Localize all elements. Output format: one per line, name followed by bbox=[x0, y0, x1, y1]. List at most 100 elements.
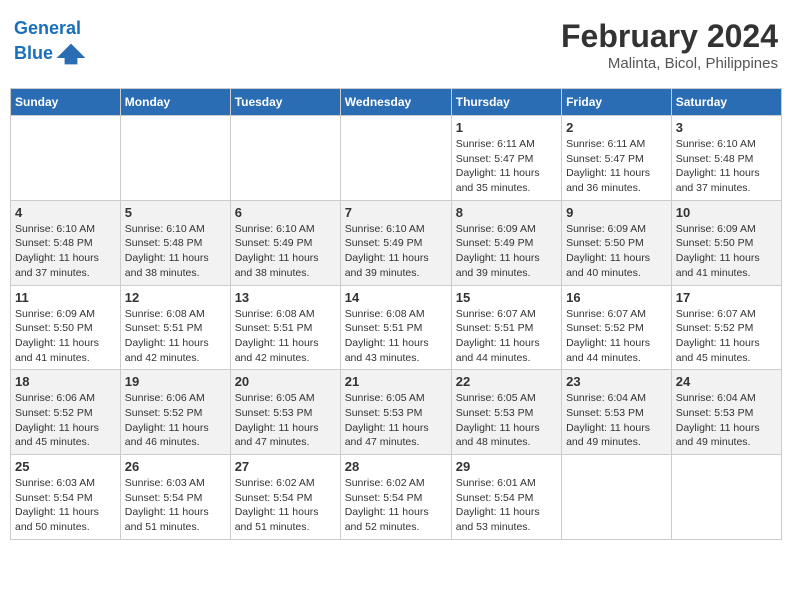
day-cell: 9 Sunrise: 6:09 AM Sunset: 5:50 PM Daylig… bbox=[562, 200, 672, 285]
weekday-header-row: SundayMondayTuesdayWednesdayThursdayFrid… bbox=[11, 89, 782, 116]
day-number: 1 bbox=[456, 120, 557, 135]
day-number: 8 bbox=[456, 205, 557, 220]
day-cell: 10 Sunrise: 6:09 AM Sunset: 5:50 PM Dayli… bbox=[671, 200, 781, 285]
logo-blue: Blue bbox=[14, 43, 53, 65]
day-cell: 24 Sunrise: 6:04 AM Sunset: 5:53 PM Dayli… bbox=[671, 370, 781, 455]
day-cell bbox=[562, 455, 672, 540]
day-cell: 26 Sunrise: 6:03 AM Sunset: 5:54 PM Dayli… bbox=[120, 455, 230, 540]
day-cell: 19 Sunrise: 6:06 AM Sunset: 5:52 PM Dayli… bbox=[120, 370, 230, 455]
weekday-header-cell: Friday bbox=[562, 89, 672, 116]
day-number: 23 bbox=[566, 374, 667, 389]
day-info: Sunrise: 6:05 AM Sunset: 5:53 PM Dayligh… bbox=[345, 391, 447, 450]
day-info: Sunrise: 6:08 AM Sunset: 5:51 PM Dayligh… bbox=[125, 307, 226, 366]
day-number: 13 bbox=[235, 290, 336, 305]
day-number: 21 bbox=[345, 374, 447, 389]
day-info: Sunrise: 6:08 AM Sunset: 5:51 PM Dayligh… bbox=[235, 307, 336, 366]
day-number: 27 bbox=[235, 459, 336, 474]
day-number: 12 bbox=[125, 290, 226, 305]
day-info: Sunrise: 6:02 AM Sunset: 5:54 PM Dayligh… bbox=[235, 476, 336, 535]
title-area: February 2024 Malinta, Bicol, Philippine… bbox=[561, 18, 778, 72]
day-info: Sunrise: 6:05 AM Sunset: 5:53 PM Dayligh… bbox=[235, 391, 336, 450]
week-row: 18 Sunrise: 6:06 AM Sunset: 5:52 PM Dayli… bbox=[11, 370, 782, 455]
day-info: Sunrise: 6:04 AM Sunset: 5:53 PM Dayligh… bbox=[566, 391, 667, 450]
weekday-header-cell: Thursday bbox=[451, 89, 561, 116]
day-cell: 11Sunrise: 6:09 AM Sunset: 5:50 PM Dayli… bbox=[11, 285, 121, 370]
day-cell: 22 Sunrise: 6:05 AM Sunset: 5:53 PM Dayli… bbox=[451, 370, 561, 455]
location: Malinta, Bicol, Philippines bbox=[561, 55, 778, 72]
day-cell: 18Sunrise: 6:06 AM Sunset: 5:52 PM Dayli… bbox=[11, 370, 121, 455]
day-number: 5 bbox=[125, 205, 226, 220]
day-info: Sunrise: 6:10 AM Sunset: 5:49 PM Dayligh… bbox=[345, 222, 447, 281]
day-number: 18 bbox=[15, 374, 116, 389]
day-info: Sunrise: 6:09 AM Sunset: 5:50 PM Dayligh… bbox=[566, 222, 667, 281]
day-number: 17 bbox=[676, 290, 777, 305]
day-cell: 5Sunrise: 6:10 AM Sunset: 5:48 PM Daylig… bbox=[120, 200, 230, 285]
weekday-header-cell: Tuesday bbox=[230, 89, 340, 116]
day-cell: 21 Sunrise: 6:05 AM Sunset: 5:53 PM Dayli… bbox=[340, 370, 451, 455]
day-cell: 15 Sunrise: 6:07 AM Sunset: 5:51 PM Dayli… bbox=[451, 285, 561, 370]
day-number: 24 bbox=[676, 374, 777, 389]
day-number: 6 bbox=[235, 205, 336, 220]
day-number: 4 bbox=[15, 205, 116, 220]
calendar-body: 1 Sunrise: 6:11 AM Sunset: 5:47 PM Daylig… bbox=[11, 116, 782, 540]
weekday-header-cell: Saturday bbox=[671, 89, 781, 116]
day-cell: 13 Sunrise: 6:08 AM Sunset: 5:51 PM Dayli… bbox=[230, 285, 340, 370]
day-number: 19 bbox=[125, 374, 226, 389]
day-info: Sunrise: 6:02 AM Sunset: 5:54 PM Dayligh… bbox=[345, 476, 447, 535]
day-number: 26 bbox=[125, 459, 226, 474]
day-cell: 25Sunrise: 6:03 AM Sunset: 5:54 PM Dayli… bbox=[11, 455, 121, 540]
day-cell: 12 Sunrise: 6:08 AM Sunset: 5:51 PM Dayli… bbox=[120, 285, 230, 370]
day-cell bbox=[120, 116, 230, 201]
day-info: Sunrise: 6:03 AM Sunset: 5:54 PM Dayligh… bbox=[125, 476, 226, 535]
day-info: Sunrise: 6:07 AM Sunset: 5:52 PM Dayligh… bbox=[566, 307, 667, 366]
day-info: Sunrise: 6:10 AM Sunset: 5:48 PM Dayligh… bbox=[676, 137, 777, 196]
day-cell bbox=[340, 116, 451, 201]
day-info: Sunrise: 6:05 AM Sunset: 5:53 PM Dayligh… bbox=[456, 391, 557, 450]
day-cell: 28 Sunrise: 6:02 AM Sunset: 5:54 PM Dayli… bbox=[340, 455, 451, 540]
day-info: Sunrise: 6:08 AM Sunset: 5:51 PM Dayligh… bbox=[345, 307, 447, 366]
day-info: Sunrise: 6:09 AM Sunset: 5:50 PM Dayligh… bbox=[676, 222, 777, 281]
header: General Blue February 2024 Malinta, Bico… bbox=[10, 10, 782, 80]
day-cell: 14 Sunrise: 6:08 AM Sunset: 5:51 PM Dayli… bbox=[340, 285, 451, 370]
day-number: 3 bbox=[676, 120, 777, 135]
day-number: 22 bbox=[456, 374, 557, 389]
day-cell: 16Sunrise: 6:07 AM Sunset: 5:52 PM Dayli… bbox=[562, 285, 672, 370]
day-cell: 2 Sunrise: 6:11 AM Sunset: 5:47 PM Daylig… bbox=[562, 116, 672, 201]
day-cell: 6Sunrise: 6:10 AM Sunset: 5:49 PM Daylig… bbox=[230, 200, 340, 285]
day-info: Sunrise: 6:04 AM Sunset: 5:53 PM Dayligh… bbox=[676, 391, 777, 450]
day-info: Sunrise: 6:01 AM Sunset: 5:54 PM Dayligh… bbox=[456, 476, 557, 535]
day-cell: 17 Sunrise: 6:07 AM Sunset: 5:52 PM Dayli… bbox=[671, 285, 781, 370]
logo: General Blue bbox=[14, 18, 87, 68]
day-number: 2 bbox=[566, 120, 667, 135]
day-number: 10 bbox=[676, 205, 777, 220]
weekday-header-cell: Monday bbox=[120, 89, 230, 116]
day-number: 25 bbox=[15, 459, 116, 474]
day-info: Sunrise: 6:10 AM Sunset: 5:48 PM Dayligh… bbox=[15, 222, 116, 281]
day-cell: 8 Sunrise: 6:09 AM Sunset: 5:49 PM Daylig… bbox=[451, 200, 561, 285]
day-info: Sunrise: 6:11 AM Sunset: 5:47 PM Dayligh… bbox=[566, 137, 667, 196]
day-number: 28 bbox=[345, 459, 447, 474]
day-cell: 7 Sunrise: 6:10 AM Sunset: 5:49 PM Daylig… bbox=[340, 200, 451, 285]
day-number: 14 bbox=[345, 290, 447, 305]
day-cell: 3 Sunrise: 6:10 AM Sunset: 5:48 PM Daylig… bbox=[671, 116, 781, 201]
day-number: 11 bbox=[15, 290, 116, 305]
day-number: 15 bbox=[456, 290, 557, 305]
day-number: 20 bbox=[235, 374, 336, 389]
day-number: 9 bbox=[566, 205, 667, 220]
week-row: 4 Sunrise: 6:10 AM Sunset: 5:48 PM Daylig… bbox=[11, 200, 782, 285]
day-info: Sunrise: 6:07 AM Sunset: 5:52 PM Dayligh… bbox=[676, 307, 777, 366]
month-year: February 2024 bbox=[561, 18, 778, 55]
day-cell bbox=[11, 116, 121, 201]
day-cell: 20 Sunrise: 6:05 AM Sunset: 5:53 PM Dayli… bbox=[230, 370, 340, 455]
day-cell: 1 Sunrise: 6:11 AM Sunset: 5:47 PM Daylig… bbox=[451, 116, 561, 201]
week-row: 11Sunrise: 6:09 AM Sunset: 5:50 PM Dayli… bbox=[11, 285, 782, 370]
day-info: Sunrise: 6:11 AM Sunset: 5:47 PM Dayligh… bbox=[456, 137, 557, 196]
day-info: Sunrise: 6:09 AM Sunset: 5:49 PM Dayligh… bbox=[456, 222, 557, 281]
week-row: 25 Sunrise: 6:03 AM Sunset: 5:54 PM Dayli… bbox=[11, 455, 782, 540]
day-info: Sunrise: 6:06 AM Sunset: 5:52 PM Dayligh… bbox=[125, 391, 226, 450]
logo-text: General bbox=[14, 18, 87, 40]
logo-icon bbox=[55, 40, 87, 68]
day-info: Sunrise: 6:07 AM Sunset: 5:51 PM Dayligh… bbox=[456, 307, 557, 366]
day-number: 7 bbox=[345, 205, 447, 220]
weekday-header-cell: Wednesday bbox=[340, 89, 451, 116]
